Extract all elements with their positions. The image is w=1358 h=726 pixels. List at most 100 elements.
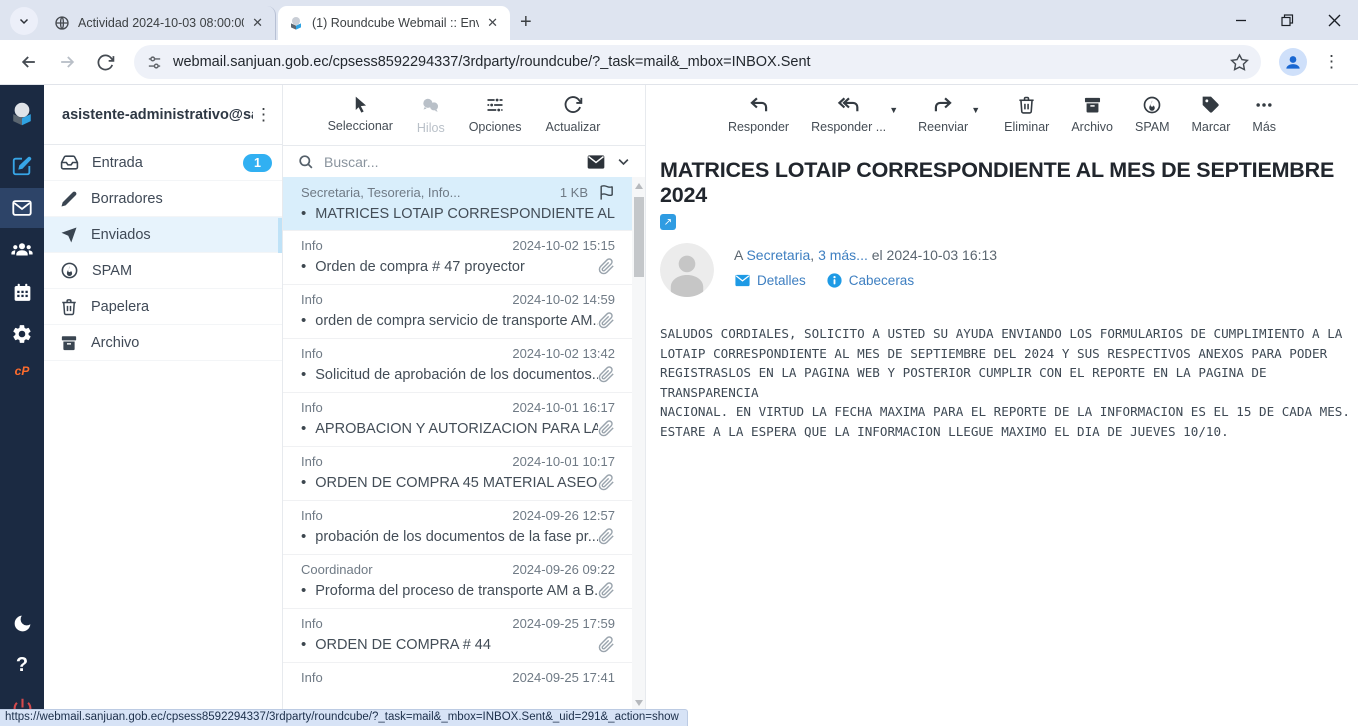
tab-search-button[interactable] bbox=[10, 7, 38, 35]
search-icon bbox=[297, 153, 314, 170]
browser-window: Actividad 2024-10-03 08:00:00 ✕ (1) Roun… bbox=[0, 0, 1358, 726]
message-sender: Info bbox=[301, 508, 323, 523]
message-date: 2024-10-01 16:17 bbox=[512, 400, 615, 415]
more-recipients-link[interactable]: 3 más... bbox=[818, 247, 868, 263]
folder-item[interactable]: SPAM bbox=[44, 253, 282, 289]
browser-tab-actividad[interactable]: Actividad 2024-10-03 08:00:00 ✕ bbox=[44, 6, 276, 40]
folder-item[interactable]: Borradores bbox=[44, 181, 282, 217]
list-item[interactable]: Coordinador 2024-09-26 09:22 • Proforma … bbox=[283, 555, 645, 609]
refresh-button[interactable]: Actualizar bbox=[546, 95, 601, 134]
spam-button[interactable]: SPAM bbox=[1135, 95, 1170, 134]
bookmark-star-icon[interactable] bbox=[1230, 53, 1249, 72]
paperclip-icon bbox=[598, 366, 615, 383]
help-icon[interactable]: ? bbox=[0, 645, 44, 685]
reload-button[interactable] bbox=[88, 45, 122, 79]
close-window-button[interactable] bbox=[1311, 0, 1358, 40]
browser-menu-icon[interactable]: ⋮ bbox=[1315, 52, 1348, 72]
search-input[interactable] bbox=[324, 154, 586, 170]
contacts-icon[interactable] bbox=[0, 230, 44, 270]
message-title: MATRICES LOTAIP CORRESPONDIENTE AL MES D… bbox=[660, 158, 1358, 208]
forward-button[interactable] bbox=[50, 45, 84, 79]
message-list-panel: Seleccionar Hilos Opciones Actualizar bbox=[283, 85, 646, 726]
message-status-dot[interactable]: • bbox=[301, 638, 306, 652]
message-status-dot[interactable]: • bbox=[301, 207, 306, 221]
settings-gear-icon[interactable] bbox=[0, 314, 44, 354]
list-item[interactable]: Secretaria, Tesoreria, Info... 1 KB • MA… bbox=[283, 177, 645, 231]
search-options-chevron-icon[interactable] bbox=[616, 154, 631, 169]
address-bar[interactable]: webmail.sanjuan.gob.ec/cpsess8592294337/… bbox=[134, 45, 1261, 79]
browser-profile-avatar[interactable] bbox=[1279, 48, 1307, 76]
threads-button[interactable]: Hilos bbox=[417, 95, 445, 135]
folder-list: Entrada 1 Borradores bbox=[44, 145, 282, 361]
message-status-dot[interactable]: • bbox=[301, 314, 306, 328]
url-text[interactable]: webmail.sanjuan.gob.ec/cpsess8592294337/… bbox=[173, 54, 1230, 70]
more-button[interactable]: Más bbox=[1252, 95, 1276, 134]
folder-item[interactable]: Archivo bbox=[44, 325, 282, 361]
folder-scrollbar[interactable] bbox=[278, 218, 282, 253]
message-body: SALUDOS CORDIALES, SOLICITO A USTED SU A… bbox=[660, 324, 1358, 442]
message-status-dot[interactable]: • bbox=[301, 422, 306, 436]
folder-item[interactable]: Enviados bbox=[44, 217, 282, 253]
restore-button[interactable] bbox=[1264, 0, 1311, 40]
message-status-dot[interactable]: • bbox=[301, 368, 306, 382]
cpanel-logo[interactable]: cP bbox=[0, 351, 44, 391]
details-toggle[interactable]: Detalles bbox=[734, 272, 806, 289]
recipient-link[interactable]: Secretaria bbox=[746, 247, 810, 263]
list-item[interactable]: Info 2024-10-02 13:42 • Solicitud de apr… bbox=[283, 339, 645, 393]
list-item[interactable]: Info 2024-10-02 14:59 • orden de compra … bbox=[283, 285, 645, 339]
scrollbar-thumb[interactable] bbox=[634, 197, 644, 277]
paperclip-icon bbox=[598, 474, 615, 491]
folder-item[interactable]: Papelera bbox=[44, 289, 282, 325]
archive-button[interactable]: Archivo bbox=[1071, 95, 1113, 134]
mark-button[interactable]: Marcar bbox=[1192, 95, 1231, 134]
to-prefix: A bbox=[734, 247, 743, 263]
reply-button[interactable]: Responder bbox=[728, 95, 789, 134]
tab-close-icon[interactable]: ✕ bbox=[248, 15, 267, 31]
list-item[interactable]: Info 2024-10-02 15:15 • Orden de compra … bbox=[283, 231, 645, 285]
list-item[interactable]: Info 2024-09-25 17:59 • ORDEN DE COMPRA … bbox=[283, 609, 645, 663]
scroll-down-arrow[interactable] bbox=[635, 700, 643, 706]
search-scope-mail-icon[interactable] bbox=[586, 152, 606, 172]
message-sender: Info bbox=[301, 670, 323, 685]
message-date: 1 KB bbox=[560, 185, 588, 200]
compose-icon[interactable] bbox=[0, 146, 44, 186]
calendar-icon[interactable] bbox=[0, 272, 44, 312]
list-item[interactable]: Info 2024-10-01 16:17 • APROBACION Y AUT… bbox=[283, 393, 645, 447]
message-status-dot[interactable]: • bbox=[301, 584, 306, 598]
open-in-new-window-icon[interactable]: ↗ bbox=[660, 214, 676, 230]
delete-button[interactable]: Eliminar bbox=[1004, 95, 1049, 134]
window-controls bbox=[1217, 0, 1358, 40]
options-button[interactable]: Opciones bbox=[469, 95, 522, 134]
list-scrollbar[interactable] bbox=[632, 177, 645, 726]
reply-all-dropdown-caret[interactable]: ▼ bbox=[889, 105, 898, 115]
back-button[interactable] bbox=[12, 45, 46, 79]
new-tab-button[interactable]: + bbox=[520, 12, 532, 32]
browser-tab-roundcube[interactable]: (1) Roundcube Webmail :: Envia ✕ bbox=[278, 6, 510, 40]
envelope-icon bbox=[734, 272, 751, 289]
message-sender: Info bbox=[301, 346, 323, 361]
message-status-dot[interactable]: • bbox=[301, 530, 306, 544]
forward-icon bbox=[932, 95, 954, 115]
app-rail: cP ? bbox=[0, 85, 44, 726]
message-status-dot[interactable]: • bbox=[301, 260, 306, 274]
forward-button[interactable]: Reenviar ▼ bbox=[918, 95, 968, 134]
select-button[interactable]: Seleccionar bbox=[328, 95, 393, 133]
tab-title: Actividad 2024-10-03 08:00:00 bbox=[78, 16, 244, 30]
flag-icon[interactable] bbox=[598, 184, 615, 201]
account-menu-icon[interactable]: ⋮ bbox=[253, 105, 274, 125]
dark-mode-moon-icon[interactable] bbox=[0, 603, 44, 643]
tab-close-icon[interactable]: ✕ bbox=[483, 15, 502, 31]
folder-label: Borradores bbox=[91, 191, 163, 207]
mail-icon[interactable] bbox=[0, 188, 44, 228]
forward-dropdown-caret[interactable]: ▼ bbox=[971, 105, 980, 115]
scroll-up-arrow[interactable] bbox=[635, 183, 643, 189]
headers-toggle[interactable]: Cabeceras bbox=[826, 272, 914, 289]
minimize-button[interactable] bbox=[1217, 0, 1264, 40]
folder-item[interactable]: Entrada 1 bbox=[44, 145, 282, 181]
message-status-dot[interactable]: • bbox=[301, 476, 306, 490]
message-date: 2024-09-26 12:57 bbox=[512, 508, 615, 523]
reply-all-button[interactable]: Responder ... ▼ bbox=[811, 95, 886, 134]
list-item[interactable]: Info 2024-10-01 10:17 • ORDEN DE COMPRA … bbox=[283, 447, 645, 501]
list-item[interactable]: Info 2024-09-26 12:57 • probación de los… bbox=[283, 501, 645, 555]
site-settings-icon[interactable] bbox=[146, 54, 163, 71]
